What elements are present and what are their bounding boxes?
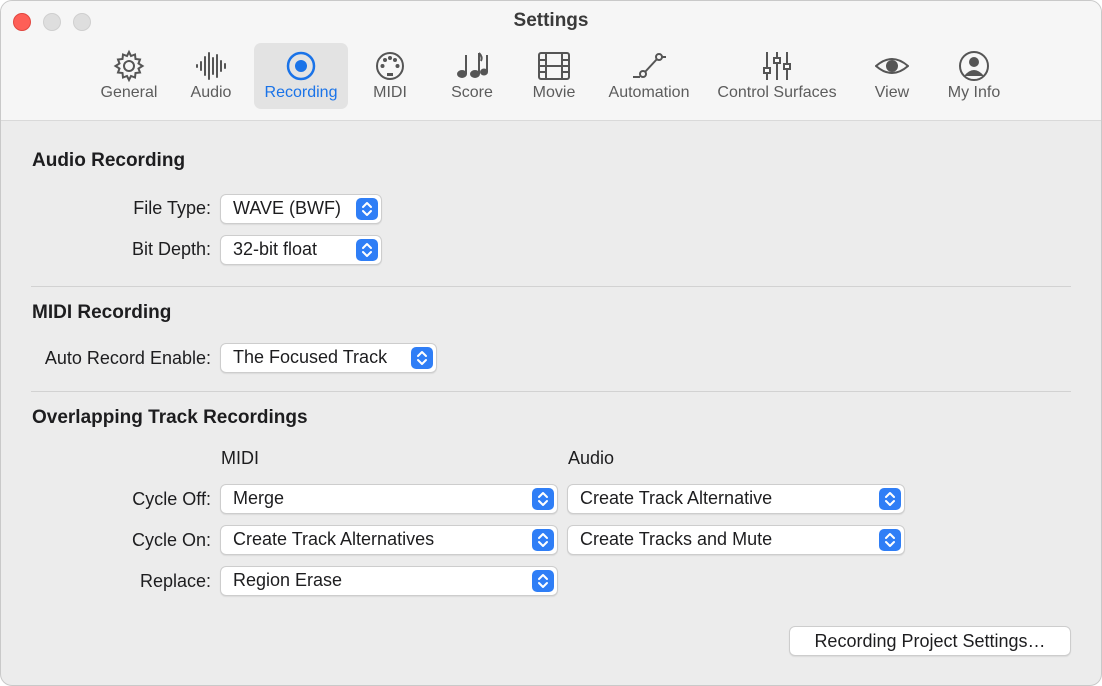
file-type-label: File Type:	[133, 198, 211, 218]
up-down-chevron-icon	[532, 570, 554, 592]
up-down-chevron-icon	[356, 198, 378, 220]
settings-window: Settings General Audio Recording MIDI Sc…	[0, 0, 1102, 686]
recording-project-settings-button[interactable]: Recording Project Settings…	[789, 626, 1071, 656]
tab-label: Score	[451, 84, 493, 101]
tab-movie[interactable]: Movie	[523, 43, 585, 109]
midi-port-icon	[376, 52, 404, 80]
up-down-chevron-icon	[356, 239, 378, 261]
cycle-off-label: Cycle Off:	[132, 489, 211, 509]
up-down-chevron-icon	[879, 529, 901, 551]
tab-recording[interactable]: Recording	[254, 43, 348, 109]
midi-column-header: MIDI	[221, 448, 259, 468]
sliders-icon	[763, 52, 791, 80]
automation-curve-icon	[633, 53, 666, 78]
music-notes-icon	[457, 52, 488, 78]
cycle-off-midi-popup[interactable]: Merge	[220, 484, 558, 514]
tab-score[interactable]: Score	[441, 43, 503, 109]
audio-recording-heading: Audio Recording	[32, 150, 186, 171]
tab-control-surfaces[interactable]: Control Surfaces	[709, 43, 845, 109]
popup-value: The Focused Track	[233, 347, 388, 367]
tab-label: General	[100, 84, 158, 101]
tab-label: Movie	[532, 84, 576, 101]
replace-midi-popup[interactable]: Region Erase	[220, 566, 558, 596]
up-down-chevron-icon	[411, 347, 433, 369]
popup-value: Create Track Alternatives	[233, 529, 435, 549]
up-down-chevron-icon	[532, 529, 554, 551]
person-icon	[959, 51, 989, 81]
cycle-on-label: Cycle On:	[131, 530, 211, 550]
tab-label: View	[874, 84, 910, 101]
tab-label: Recording	[264, 84, 338, 101]
popup-value: Create Tracks and Mute	[580, 529, 773, 549]
record-icon	[286, 51, 316, 81]
section-divider	[31, 391, 1071, 392]
tab-label: Automation	[608, 84, 690, 101]
tab-view[interactable]: View	[863, 43, 921, 109]
popup-value: WAVE (BWF)	[233, 198, 341, 218]
bit-depth-popup[interactable]: 32-bit float	[220, 235, 382, 265]
auto-record-enable-popup[interactable]: The Focused Track	[220, 343, 437, 373]
popup-value: 32-bit float	[233, 239, 318, 259]
file-type-popup[interactable]: WAVE (BWF)	[220, 194, 382, 224]
gear-icon	[113, 49, 145, 83]
replace-label: Replace:	[139, 571, 211, 591]
window-title: Settings	[513, 10, 589, 31]
tab-audio[interactable]: Audio	[181, 43, 241, 109]
overlapping-recordings-heading: Overlapping Track Recordings	[32, 407, 308, 428]
auto-record-enable-label: Auto Record Enable:	[44, 348, 211, 368]
tab-my-info[interactable]: My Info	[937, 43, 1011, 109]
bit-depth-label: Bit Depth:	[131, 239, 211, 259]
tab-midi[interactable]: MIDI	[361, 43, 419, 109]
film-icon	[538, 52, 570, 80]
title-bar: Settings General Audio Recording MIDI Sc…	[1, 1, 1101, 121]
tab-label: My Info	[947, 84, 1001, 101]
tab-automation[interactable]: Automation	[601, 43, 697, 109]
tab-label: Control Surfaces	[717, 84, 837, 101]
tab-label: Audio	[190, 84, 232, 101]
cycle-on-audio-popup[interactable]: Create Tracks and Mute	[567, 525, 905, 555]
cycle-off-audio-popup[interactable]: Create Track Alternative	[567, 484, 905, 514]
midi-recording-heading: MIDI Recording	[32, 302, 172, 323]
up-down-chevron-icon	[879, 488, 901, 510]
tab-general[interactable]: General	[91, 43, 167, 109]
popup-value: Create Track Alternative	[580, 488, 773, 508]
popup-value: Region Erase	[233, 570, 343, 590]
popup-value: Merge	[233, 488, 285, 508]
section-divider	[31, 286, 1071, 287]
waveform-icon	[196, 52, 226, 80]
up-down-chevron-icon	[532, 488, 554, 510]
tab-label: MIDI	[373, 84, 407, 101]
cycle-on-midi-popup[interactable]: Create Track Alternatives	[220, 525, 558, 555]
audio-column-header: Audio	[568, 448, 615, 468]
eye-icon	[875, 58, 909, 74]
